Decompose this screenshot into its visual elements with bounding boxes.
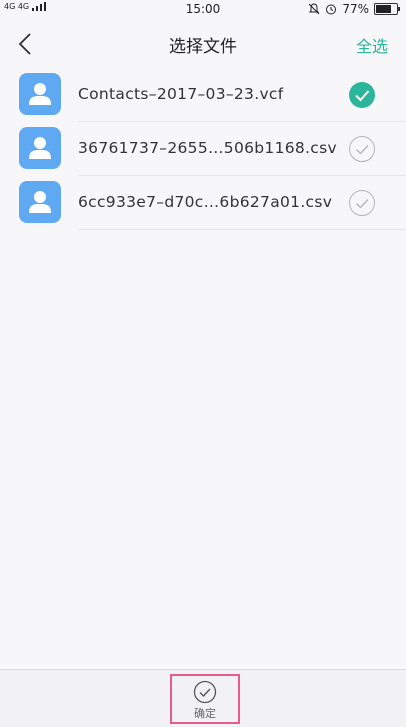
contact-avatar-icon	[19, 73, 61, 115]
chevron-left-icon	[18, 33, 31, 55]
file-list-item[interactable]: Contacts–2017–03–23.vcf	[0, 68, 406, 122]
title-bar: 选择文件 全选	[0, 20, 406, 68]
back-button[interactable]	[8, 26, 44, 62]
battery-icon	[374, 3, 400, 15]
check-circle-icon	[193, 680, 217, 704]
contact-avatar-icon	[19, 181, 61, 223]
file-list-item[interactable]: 6cc933e7–d70c…6b627a01.csv	[0, 176, 406, 230]
battery-percent: 77%	[342, 2, 369, 16]
mute-icon	[308, 3, 320, 15]
confirm-button[interactable]: 确定	[170, 674, 240, 724]
alarm-icon	[326, 4, 337, 15]
file-list-item[interactable]: 36761737–2655…506b1168.csv	[0, 122, 406, 176]
divider	[78, 229, 406, 230]
unchecked-icon[interactable]	[348, 189, 376, 217]
checked-icon[interactable]	[348, 81, 376, 109]
file-name: 6cc933e7–d70c…6b627a01.csv	[78, 193, 333, 211]
battery-fill	[376, 5, 392, 13]
file-name: Contacts–2017–03–23.vcf	[78, 85, 284, 103]
status-bar: 4G 4G 15:00 77%	[0, 0, 406, 20]
unchecked-icon[interactable]	[348, 135, 376, 163]
confirm-label: 确定	[194, 707, 216, 720]
file-name: 36761737–2655…506b1168.csv	[78, 139, 337, 157]
contact-avatar-icon	[19, 127, 61, 169]
bottom-toolbar: 确定	[0, 669, 406, 727]
page-title: 选择文件	[169, 37, 237, 57]
select-all-button[interactable]: 全选	[356, 33, 388, 57]
file-list: Contacts–2017–03–23.vcf 36761737–2655…50…	[0, 68, 406, 230]
